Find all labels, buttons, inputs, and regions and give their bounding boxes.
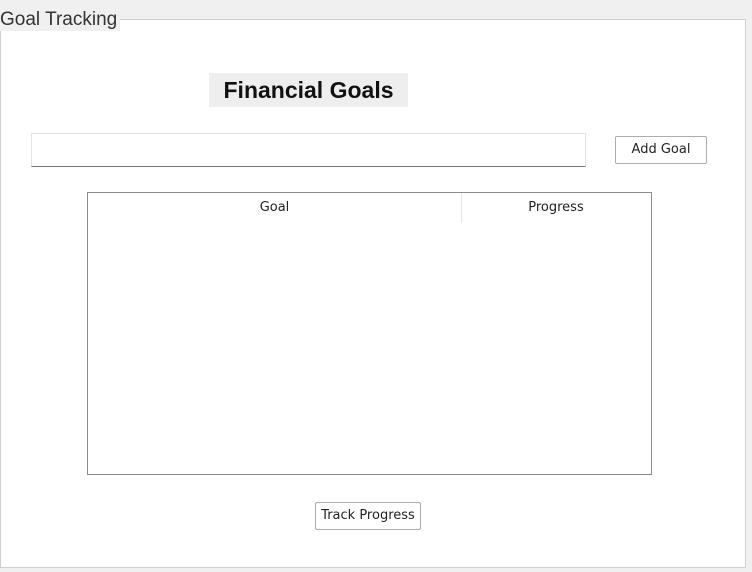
table-header: Goal Progress xyxy=(88,193,651,223)
goal-input[interactable] xyxy=(31,133,586,167)
add-goal-button[interactable]: Add Goal xyxy=(615,136,707,164)
track-progress-button[interactable]: Track Progress xyxy=(315,502,421,530)
column-header-progress[interactable]: Progress xyxy=(462,193,650,223)
table-body[interactable] xyxy=(88,223,651,474)
groupbox-title: Goal Tracking xyxy=(0,9,121,31)
goals-table[interactable]: Goal Progress xyxy=(87,192,652,475)
page-title: Financial Goals xyxy=(209,73,408,107)
column-header-goal[interactable]: Goal xyxy=(88,193,462,223)
